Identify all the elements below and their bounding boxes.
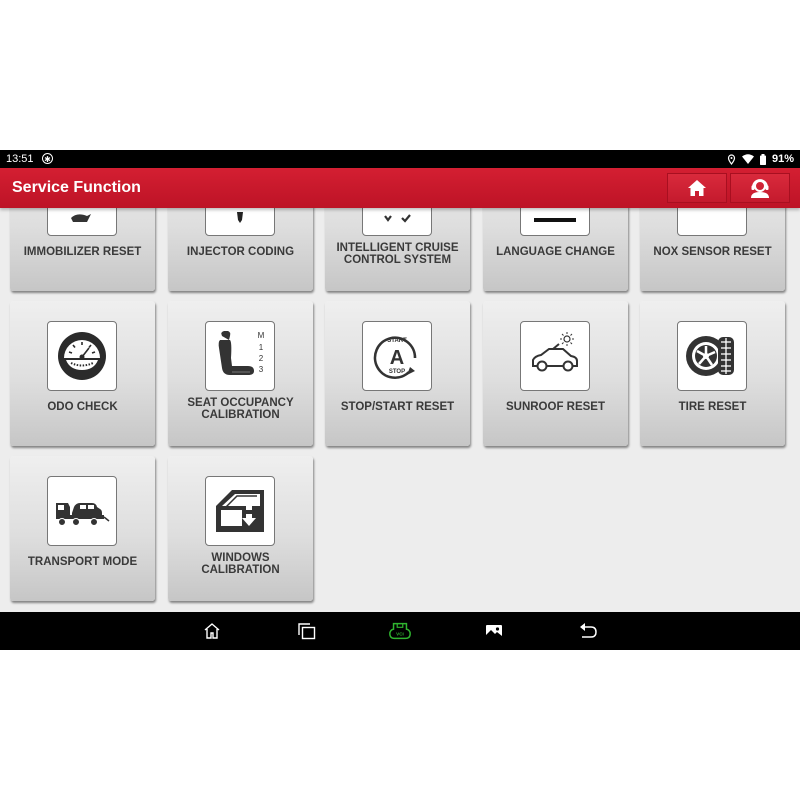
tile-label: INJECTOR CODING: [186, 246, 295, 258]
tile-windows-calibration[interactable]: WINDOWS CALIBRATION: [168, 456, 313, 601]
odometer-gauge-icon: [58, 332, 106, 380]
tile-label: SUNROOF RESET: [505, 401, 606, 413]
tile-tire-reset[interactable]: TIRE RESET: [640, 301, 785, 446]
tire-icon: [686, 336, 734, 376]
support-button[interactable]: [730, 173, 790, 203]
tile-language-change[interactable]: LANGUAGE CHANGE: [483, 208, 628, 291]
home-icon: [688, 180, 706, 196]
nav-home-button[interactable]: [200, 620, 224, 642]
tile-injector-coding[interactable]: INJECTOR CODING: [168, 208, 313, 291]
service-function-grid: IMMOBILIZER RESET INJECTOR CODING INTELL…: [0, 208, 800, 612]
app-bar: Service Function: [0, 168, 800, 208]
tile-label: TIRE RESET: [678, 401, 747, 413]
tile-label: STOP/START RESET: [340, 401, 455, 413]
tile-label: TRANSPORT MODE: [27, 556, 138, 568]
tile-label: IMMOBILIZER RESET: [23, 246, 142, 258]
tile-nox-sensor-reset[interactable]: NOX SENSOR RESET: [640, 208, 785, 291]
tile-immobilizer-reset[interactable]: IMMOBILIZER RESET: [10, 208, 155, 291]
tile-label: LANGUAGE CHANGE: [496, 246, 615, 258]
tile-label: NOX SENSOR RESET: [653, 246, 772, 258]
start-label: START: [387, 338, 407, 344]
wifi-icon: [741, 154, 754, 164]
page-title: Service Function: [12, 179, 141, 196]
auto-label: A: [390, 347, 404, 369]
tile-odo-check[interactable]: ODO CHECK: [10, 301, 155, 446]
nox-sensor-icon: [687, 208, 737, 226]
nav-vci-button[interactable]: VCI: [388, 620, 412, 642]
nav-screenshot-button[interactable]: [482, 620, 506, 642]
battery-icon: [759, 153, 766, 165]
tile-label: ODO CHECK: [47, 401, 118, 413]
window-updown-icon: [216, 490, 264, 532]
back-icon: [580, 623, 597, 638]
bluetooth-icon: ✱: [42, 153, 53, 164]
tile-label: SEAT OCCUPANCY CALIBRATION: [187, 397, 294, 421]
seat-memory-label: M: [258, 331, 265, 340]
location-icon: [727, 153, 736, 165]
vci-icon: VCI: [389, 622, 411, 640]
tile-sunroof-reset[interactable]: SUNROOF RESET: [483, 301, 628, 446]
stop-start-icon: START A STOP: [373, 336, 417, 379]
stop-label: STOP: [389, 369, 405, 375]
tow-truck-icon: [56, 503, 110, 526]
seat-memory-label: 2: [259, 354, 264, 363]
tile-label: WINDOWS CALIBRATION: [201, 552, 280, 576]
nav-back-button[interactable]: [576, 620, 600, 642]
language-icon: [534, 218, 576, 222]
system-nav-bar: VCI: [0, 612, 800, 650]
cruise-control-icon: [384, 214, 411, 223]
vci-label: VCI: [396, 632, 404, 637]
battery-percent: 91%: [771, 153, 794, 165]
status-time: 13:51: [6, 153, 34, 165]
status-bar: 13:51 ✱ 91%: [0, 150, 800, 168]
tile-transport-mode[interactable]: TRANSPORT MODE: [10, 456, 155, 601]
tile-intelligent-cruise-control[interactable]: INTELLIGENT CRUISE CONTROL SYSTEM: [325, 208, 470, 291]
nav-recents-button[interactable]: [295, 620, 319, 642]
tile-stop-start-reset[interactable]: START A STOP STOP/START RESET: [325, 301, 470, 446]
gallery-icon: [486, 625, 502, 637]
seat-memory-label: 3: [259, 365, 264, 374]
sunroof-car-icon: [532, 332, 578, 372]
immobilizer-key-icon: [71, 214, 91, 222]
home-button[interactable]: [667, 173, 727, 203]
tile-seat-occupancy-calibration[interactable]: M 1 2 3 SEAT OCCUPANCY CALIBRATION: [168, 301, 313, 446]
seat-memory-label: 1: [259, 343, 264, 352]
headset-agent-icon: [751, 179, 769, 198]
home-outline-icon: [204, 623, 220, 639]
seat-icon: M 1 2 3: [218, 331, 265, 375]
recents-icon: [298, 623, 316, 640]
injector-icon: [237, 212, 243, 223]
device-screen: 13:51 ✱ 91% Service Function IMMOBILIZER…: [0, 150, 800, 650]
tile-label: INTELLIGENT CRUISE CONTROL SYSTEM: [336, 242, 459, 266]
